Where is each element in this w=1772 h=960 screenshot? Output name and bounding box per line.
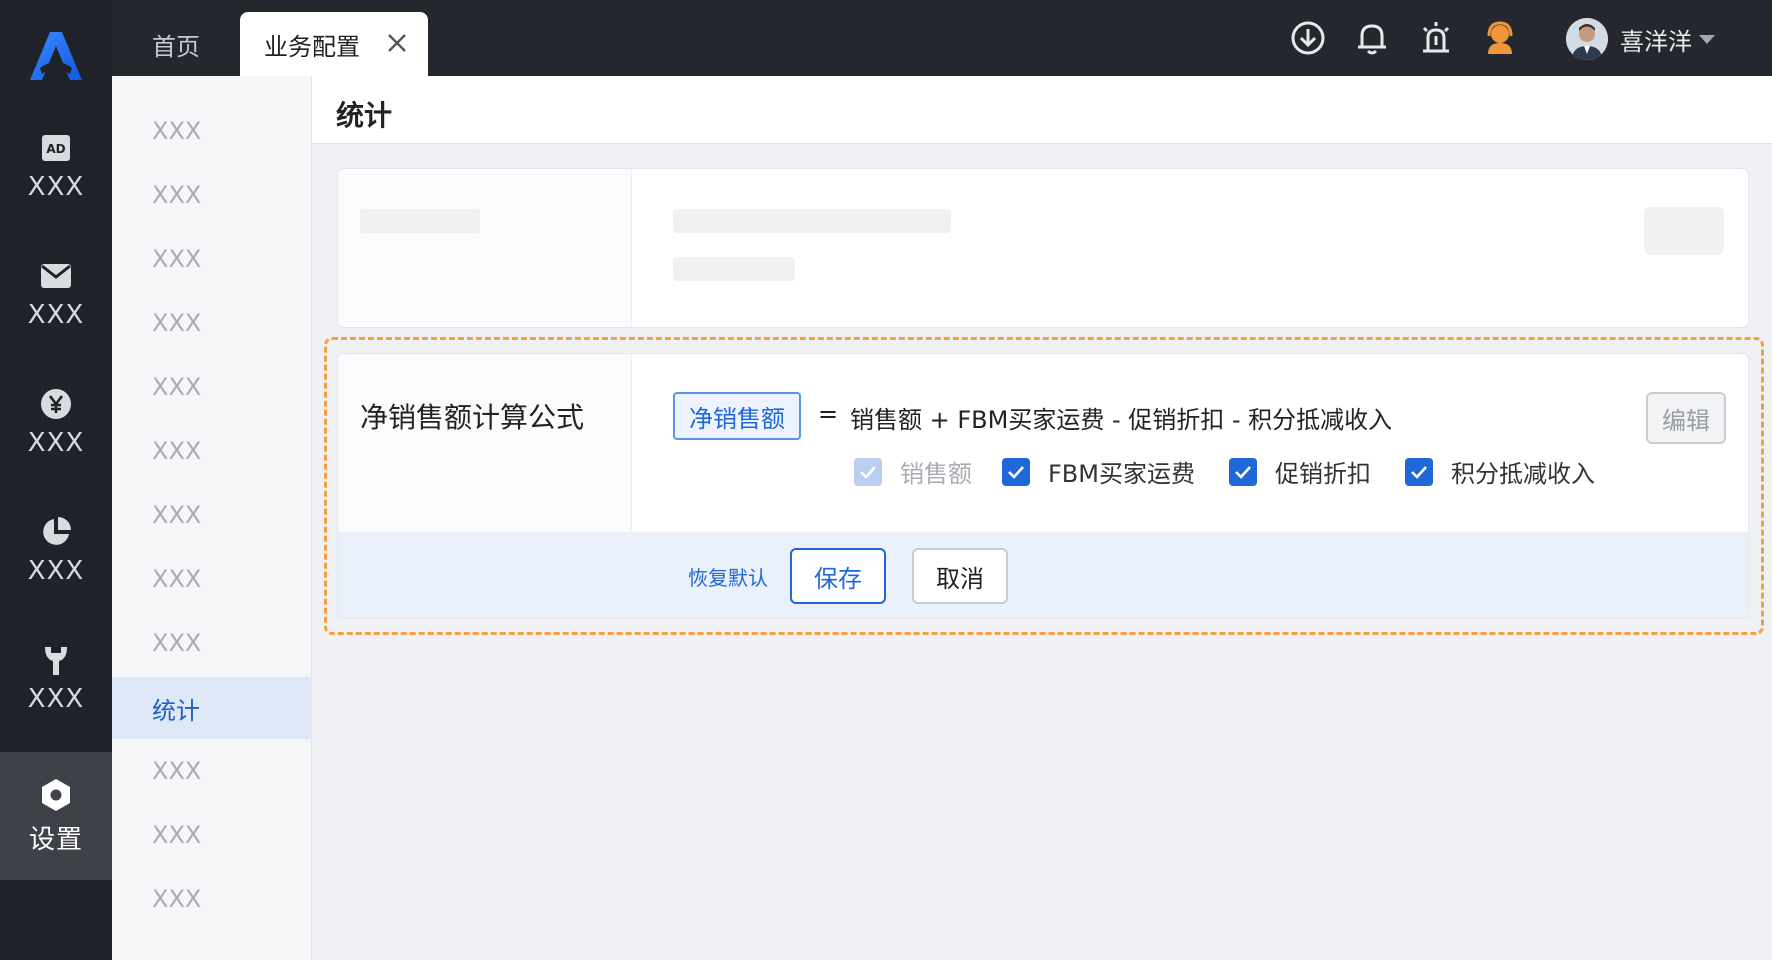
rail-item-ad[interactable]: AD XXX [0,102,112,230]
formula-target-tag: 净销售额 [673,392,801,440]
checkbox-label: FBM买家运费 [1048,460,1195,488]
skeleton-button [1644,207,1724,255]
checkbox-box[interactable] [1002,457,1030,486]
card-label-column [338,169,632,327]
sidebar-item[interactable]: XXX [112,868,311,930]
checkbox-box[interactable] [1229,457,1257,486]
secondary-sidebar: XXX XXX XXX XXX XXX XXX XXX XXX XXX 统计 X… [112,76,312,960]
check-icon [1411,465,1427,479]
checkbox-points-deduction[interactable]: 积分抵减收入 [1405,454,1595,489]
cancel-button[interactable]: 取消 [912,548,1008,604]
checkbox-box[interactable] [1405,457,1433,486]
checkbox-promo-discount[interactable]: 促销折扣 [1229,454,1371,489]
checkbox-label: 积分抵减收入 [1451,460,1595,488]
check-icon [860,465,876,479]
equals-sign: = [818,400,839,428]
rail-item-label: XXX [27,300,85,330]
rail-item-settings[interactable]: 设置 [0,752,112,880]
tab-label: 业务配置 [264,32,360,61]
check-icon [1008,465,1024,479]
yen-icon [38,386,74,422]
check-icon [1235,465,1251,479]
checkbox-sales: 销售额 [854,454,972,489]
sidebar-item[interactable]: XXX [112,484,311,546]
rail-item-label: XXX [27,428,85,458]
mail-icon [38,258,74,294]
app-logo-icon[interactable] [26,28,86,82]
checkbox-label: 销售额 [900,460,972,488]
gear-icon [38,777,74,813]
sidebar-item[interactable]: XXX [112,164,311,226]
alarm-icon[interactable] [1418,20,1454,56]
skeleton-bar [673,209,951,233]
avatar[interactable] [1566,18,1608,60]
chevron-down-icon[interactable] [1698,34,1716,46]
formula-expression: 销售额 + FBM买家运费 - 促销折扣 - 积分抵减收入 [850,406,1393,434]
svg-text:AD: AD [46,142,65,156]
card-footer: 恢复默认 保存 取消 [338,532,1748,618]
checkbox-box [854,457,882,486]
rail-item-reports[interactable]: XXX [0,486,112,614]
top-bar: 首页 业务配置 喜洋洋 [112,0,1772,76]
sidebar-item[interactable]: XXX [112,356,311,418]
formula-label: 净销售额计算公式 [360,401,585,434]
close-icon[interactable] [386,32,408,54]
sidebar-item[interactable]: XXX [112,548,311,610]
tab-home[interactable]: 首页 [152,12,200,76]
rail-item-label: XXX [27,172,85,202]
main-rail: AD XXX XXX XXX XXX XXX 设置 [0,0,112,960]
sidebar-item[interactable]: XXX [112,292,311,354]
restore-default-link[interactable]: 恢复默认 [688,562,768,591]
card-label-column: 净销售额计算公式 [338,354,632,532]
support-agent-icon[interactable] [1482,20,1518,56]
skeleton-bar [673,257,795,281]
formula-card: 净销售额计算公式 净销售额 = 销售额 + FBM买家运费 - 促销折扣 - 积… [337,353,1749,619]
settings-card-skeleton [337,168,1749,328]
rail-item-label: XXX [27,556,85,586]
rail-item-mail[interactable]: XXX [0,230,112,358]
checkbox-fbm-shipping[interactable]: FBM买家运费 [1002,454,1195,489]
download-icon[interactable] [1290,20,1326,56]
bell-icon[interactable] [1354,20,1390,56]
checkbox-label: 促销折扣 [1275,460,1371,488]
content-header: 统计 [312,76,1772,144]
sidebar-item[interactable]: XXX [112,804,311,866]
sidebar-item[interactable]: XXX [112,740,311,802]
save-button[interactable]: 保存 [790,548,886,604]
rail-item-label: 设置 [28,824,83,855]
tab-business-config[interactable]: 业务配置 [240,12,428,76]
rail-item-label: XXX [27,684,85,714]
sidebar-item-statistics[interactable]: 统计 [112,677,311,739]
rail-item-finance[interactable]: XXX [0,358,112,486]
sidebar-item[interactable]: XXX [112,612,311,674]
sidebar-item[interactable]: XXX [112,420,311,482]
edit-button[interactable]: 编辑 [1646,392,1726,444]
rail-item-tools[interactable]: XXX [0,614,112,742]
sidebar-item[interactable]: XXX [112,228,311,290]
ad-icon: AD [38,130,74,166]
sidebar-item[interactable]: XXX [112,100,311,162]
username[interactable]: 喜洋洋 [1620,22,1692,57]
page-title: 统计 [336,99,393,132]
wrench-icon [38,642,74,678]
skeleton-bar [360,209,480,233]
pie-chart-icon [38,514,74,550]
